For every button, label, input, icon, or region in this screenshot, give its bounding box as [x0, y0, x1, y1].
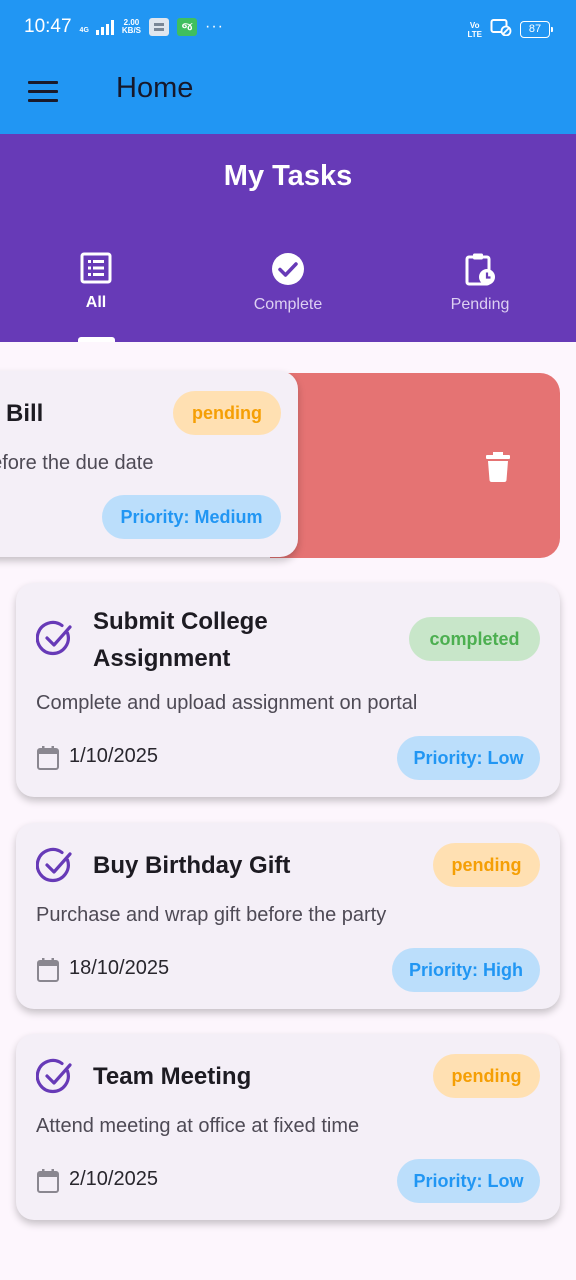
status-time: 10:47 [24, 16, 72, 37]
tasks-header: My Tasks All Complete Pending [0, 134, 576, 342]
priority-badge: Priority: Low [397, 1159, 540, 1203]
check-circle-outline-icon[interactable] [36, 620, 74, 658]
tasks-title: My Tasks [223, 160, 353, 192]
tab-pending[interactable]: Pending [384, 252, 576, 342]
storage-app-icon [149, 18, 170, 36]
status-right: Vo LTE 87 [467, 18, 553, 41]
task-description: before the due date [0, 452, 154, 474]
priority-badge: Priority: High [392, 948, 540, 992]
task-card[interactable]: Team Meeting pending Attend meeting at o… [16, 1034, 560, 1220]
signal-bars-icon [95, 19, 114, 35]
task-description: Purchase and wrap gift before the party [36, 904, 387, 926]
task-title-line2: Assignment [93, 645, 231, 672]
task-description: Attend meeting at office at fixed time [36, 1115, 360, 1137]
calendar-icon [37, 746, 59, 770]
volte-line1: Vo [469, 20, 480, 30]
task-card[interactable]: Buy Birthday Gift pending Purchase and w… [16, 823, 560, 1009]
volte-line2: LTE [467, 29, 482, 39]
tab-pending-label: Pending [450, 296, 510, 313]
check-circle-outline-icon[interactable] [36, 847, 74, 885]
task-date: 2/10/2025 [69, 1168, 158, 1190]
task-title: Buy Birthday Gift [93, 852, 291, 879]
battery-icon: 87 [520, 21, 553, 38]
app-bar: Home [0, 56, 576, 134]
calendar-icon [37, 1169, 59, 1193]
task-title: Submit College Assignment [93, 603, 268, 677]
calendar-icon [37, 958, 59, 982]
task-card-swiped[interactable]: y Bill pending before the due date Prior… [0, 371, 298, 557]
wifi-off-icon [490, 18, 512, 41]
task-title: Team Meeting [93, 1063, 252, 1090]
task-description: Complete and upload assignment on portal [36, 692, 418, 714]
trash-icon [486, 452, 510, 482]
status-left: 10:47 4G 2.00 KB/S જ ··· [24, 16, 224, 38]
data-speed-unit: KB/S [121, 26, 142, 35]
task-date: 18/10/2025 [69, 957, 170, 979]
task-date: 1/10/2025 [69, 745, 158, 767]
volte-icon: Vo LTE [467, 21, 482, 39]
tab-all[interactable]: All [0, 252, 192, 342]
data-speed: 2.00 KB/S [122, 19, 141, 35]
status-bar: 10:47 4G 2.00 KB/S જ ··· Vo LTE 87 [0, 0, 576, 56]
status-badge: completed [409, 617, 540, 661]
tab-indicator [78, 337, 115, 342]
check-circle-outline-icon[interactable] [36, 1058, 74, 1096]
status-badge: pending [433, 1054, 540, 1098]
menu-icon[interactable] [28, 81, 62, 109]
more-notifications-icon: ··· [205, 18, 224, 35]
list-icon [80, 252, 112, 284]
tab-all-label: All [85, 294, 107, 311]
priority-badge: Priority: Low [397, 736, 540, 780]
task-title-line1: Submit College [93, 608, 268, 635]
signal-icon: 4G [80, 19, 114, 35]
clipboard-clock-icon [465, 253, 495, 286]
page-title: Home [116, 72, 194, 104]
task-title: y Bill [0, 400, 44, 427]
swipe-delete-background [270, 373, 560, 558]
tab-complete[interactable]: Complete [192, 252, 384, 342]
status-badge: pending [433, 843, 540, 887]
check-circle-icon [272, 253, 304, 285]
notification-app-icon: જ [177, 18, 198, 36]
task-list: y Bill pending before the due date Prior… [0, 343, 576, 1280]
delete-button[interactable] [480, 449, 516, 485]
task-card[interactable]: Submit College Assignment completed Comp… [16, 583, 560, 797]
tab-complete-label: Complete [253, 296, 323, 313]
network-type: 4G [79, 27, 89, 34]
status-badge: pending [173, 391, 281, 435]
priority-badge: Priority: Medium [102, 495, 281, 539]
